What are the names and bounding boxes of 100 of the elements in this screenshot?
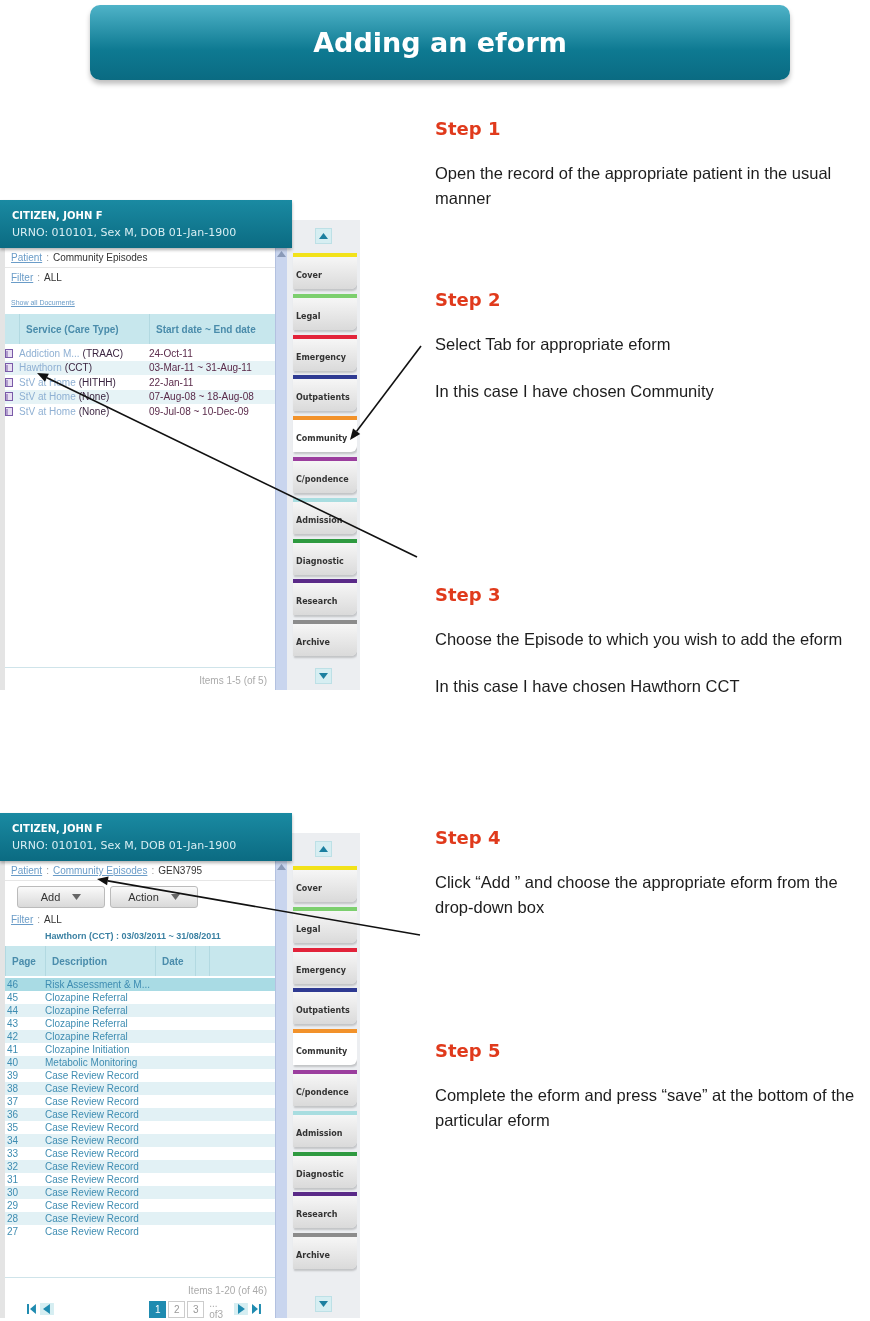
separator: :	[37, 914, 40, 925]
document-row[interactable]: 42 Clozapine Referral	[5, 1030, 275, 1043]
filter-link[interactable]: Filter	[11, 272, 34, 283]
document-description: Case Review Record	[45, 1187, 140, 1198]
scroll-down-button[interactable]	[315, 1296, 332, 1312]
scroll-up-button[interactable]	[315, 228, 332, 244]
section-tab[interactable]: Admission	[293, 1110, 357, 1147]
section-tab[interactable]: Emergency	[293, 334, 357, 371]
section-tab[interactable]: Diagnostic	[293, 1151, 357, 1188]
page-number: 43	[6, 1018, 20, 1029]
step-text: Select Tab for appropriate eform	[435, 334, 672, 355]
next-page-icon[interactable]	[234, 1303, 249, 1315]
episode-heading: Hawthorn (CCT) : 03/03/2011 ~ 31/08/2011	[44, 930, 222, 941]
dropdown-button[interactable]: Add	[17, 886, 105, 908]
column-header[interactable]: Description	[45, 946, 155, 976]
care-type: (CCT)	[64, 362, 93, 374]
section-tab[interactable]: Research	[293, 579, 357, 616]
up-arrow-icon	[319, 846, 328, 852]
first-page-icon[interactable]	[27, 1303, 36, 1315]
separator: :	[46, 865, 49, 876]
scroll-down-button[interactable]	[315, 668, 332, 684]
section-tab[interactable]: Emergency	[293, 947, 357, 984]
section-tab[interactable]: Admission	[293, 497, 357, 534]
scroll-up-button[interactable]	[315, 841, 332, 857]
section-tab[interactable]: C/pondence	[293, 1070, 357, 1106]
scrollbar[interactable]	[275, 861, 287, 1318]
page-number: 39	[6, 1070, 20, 1081]
document-description: Case Review Record	[45, 1135, 140, 1146]
column-header[interactable]: Page	[5, 946, 45, 976]
document-icon	[5, 377, 13, 387]
patient-name: CITIZEN, JOHN F	[12, 210, 104, 221]
section-tab[interactable]: Diagnostic	[293, 538, 357, 575]
document-description: Case Review Record	[45, 1161, 140, 1172]
column-header[interactable]: Date	[155, 946, 195, 976]
document-row[interactable]: 40 Metabolic Monitoring	[5, 1056, 275, 1069]
section-tab[interactable]: Cover	[293, 253, 357, 289]
page-link[interactable]: 1	[149, 1300, 167, 1318]
section-tab[interactable]: Cover	[293, 866, 357, 902]
patient-details: URNO: 010101, Sex M, DOB 01-Jan-1900	[12, 226, 238, 239]
page-number: 32	[6, 1161, 20, 1172]
section-tab[interactable]: C/pondence	[293, 457, 357, 493]
document-row[interactable]: 44 Clozapine Referral	[5, 1004, 275, 1017]
patient-name: CITIZEN, JOHN F	[12, 823, 104, 834]
document-row[interactable]: 30 Case Review Record	[5, 1186, 275, 1199]
document-description: Clozapine Referral	[45, 1018, 129, 1029]
previous-page-icon[interactable]	[39, 1303, 54, 1315]
patient-details: URNO: 010101, Sex M, DOB 01-Jan-1900	[12, 839, 238, 852]
breadcrumb-link[interactable]: Patient	[11, 865, 43, 876]
service-link[interactable]: StV at Home	[19, 391, 76, 403]
episode-dates: 03-Mar-11 ~ 31-Aug-11	[149, 362, 253, 374]
section-tab[interactable]: Research	[293, 1192, 357, 1229]
page-number: 38	[6, 1083, 20, 1094]
page-title: Adding an eform	[313, 27, 567, 58]
page-link[interactable]: 3	[187, 1300, 205, 1318]
section-tab[interactable]: Community	[293, 1029, 357, 1066]
filter-link[interactable]: Filter	[11, 914, 34, 925]
page-number: 35	[6, 1122, 20, 1133]
document-row[interactable]: 32 Case Review Record	[5, 1160, 275, 1173]
document-row[interactable]: 28 Case Review Record	[5, 1212, 275, 1225]
item-count: Items 1-5 (of 5)	[199, 675, 267, 686]
document-row[interactable]: 34 Case Review Record	[5, 1134, 275, 1147]
section-tab[interactable]: Community	[293, 416, 357, 453]
last-page-icon[interactable]	[252, 1303, 261, 1315]
breadcrumb-current: Community Episodes	[52, 252, 148, 263]
episode-dates: 22-Jan-11	[149, 376, 195, 388]
scrollbar[interactable]	[275, 248, 287, 690]
step-title: Step 2	[435, 289, 502, 310]
document-row[interactable]: 46 Risk Assessment & M...	[5, 978, 275, 991]
document-row[interactable]: 36 Case Review Record	[5, 1108, 275, 1121]
page-number: 31	[6, 1174, 20, 1185]
dropdown-button[interactable]: Action	[110, 886, 198, 908]
page-link[interactable]: 2	[168, 1300, 186, 1318]
separator: :	[151, 865, 155, 876]
document-description: Clozapine Initiation	[45, 1044, 131, 1055]
step-text: Open the record of the appropriate patient in the usual manner	[435, 163, 833, 209]
page-number: 34	[6, 1135, 20, 1146]
document-description: Case Review Record	[45, 1174, 140, 1185]
document-description: Case Review Record	[45, 1213, 140, 1224]
up-arrow-icon	[277, 251, 286, 257]
service-link[interactable]: StV at Home	[19, 405, 76, 417]
document-description: Clozapine Referral	[45, 1005, 129, 1016]
breadcrumb-link[interactable]: Community Episodes	[52, 865, 148, 876]
episode-dates: 24-Oct-11	[149, 347, 194, 359]
care-type: (None)	[78, 405, 110, 417]
breadcrumb-link[interactable]: Patient	[11, 252, 43, 263]
section-tab[interactable]: Legal	[293, 906, 357, 943]
document-row[interactable]: 38 Case Review Record	[5, 1082, 275, 1095]
page-number: 29	[6, 1200, 20, 1211]
section-tab[interactable]: Outpatients	[293, 375, 357, 412]
section-tab[interactable]: Archive	[293, 620, 357, 657]
section-tab[interactable]: Archive	[293, 1233, 357, 1270]
service-link[interactable]: Addiction M...	[19, 347, 80, 359]
section-tab[interactable]: Legal	[293, 293, 357, 330]
document-icon	[5, 406, 13, 416]
document-description: Risk Assessment & M...	[45, 979, 152, 990]
document-description: Case Review Record	[45, 1096, 140, 1107]
document-description: Metabolic Monitoring	[45, 1057, 139, 1068]
column-header[interactable]: Service (Care Type)	[19, 314, 149, 344]
section-tab[interactable]: Outpatients	[293, 988, 357, 1025]
service-link[interactable]: Hawthorn	[19, 362, 62, 374]
